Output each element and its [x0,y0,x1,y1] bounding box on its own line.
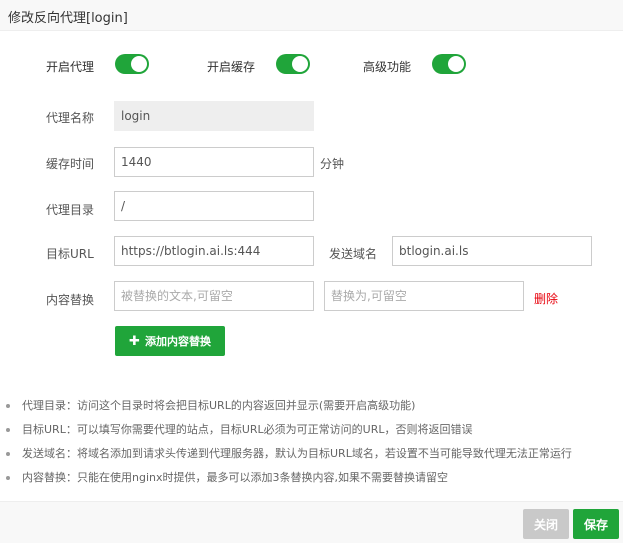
send-domain-input[interactable] [392,236,592,266]
plus-icon: ✚ [129,333,140,349]
toggle-knob [131,56,147,72]
bullet-icon [6,428,10,432]
list-item: 发送域名：将域名添加到请求头传递到代理服务器，默认为目标URL域名，若设置不当可… [0,442,623,466]
switch-label-proxy: 开启代理 [46,60,95,74]
cache-time-unit: 分钟 [320,157,345,171]
add-content-replace-button[interactable]: ✚ 添加内容替换 [115,326,225,356]
cache-time-input[interactable] [114,147,314,177]
toggle-knob [292,56,308,72]
target-url-input[interactable] [114,236,314,266]
note-text: 发送域名：将域名添加到请求头传递到代理服务器，默认为目标URL域名，若设置不当可… [22,447,572,460]
send-domain-label: 发送域名 [329,247,378,261]
bullet-icon [6,404,10,408]
list-item: 目标URL：可以填写你需要代理的站点，目标URL必须为可正常访问的URL，否则将… [0,418,623,442]
note-text: 代理目录：访问这个目录时将会把目标URL的内容返回并显示(需要开启高级功能) [22,399,416,412]
proxy-name-label: 代理名称 [46,111,95,125]
delete-replace-link[interactable]: 删除 [534,290,558,307]
proxy-dir-input[interactable] [114,191,314,221]
switch-label-cache: 开启缓存 [207,60,256,74]
cache-time-label: 缓存时间 [46,157,95,171]
dialog-title: 修改反向代理[login] [8,11,128,26]
toggle-enable-cache[interactable] [276,54,310,74]
replace-from-input[interactable] [114,281,314,311]
toggle-enable-proxy[interactable] [115,54,149,74]
dialog-titlebar: 修改反向代理[login] [0,0,623,31]
close-button[interactable]: 关闭 [523,509,569,539]
add-content-replace-label: 添加内容替换 [144,335,211,348]
replace-to-input[interactable] [324,281,524,311]
list-item: 内容替换：只能在使用nginx时提供，最多可以添加3条替换内容,如果不需要替换请… [0,466,623,490]
save-button[interactable]: 保存 [573,509,619,539]
dialog-footer: 关闭 保存 [0,501,623,543]
target-url-label: 目标URL [46,247,94,261]
bullet-icon [6,476,10,480]
toggle-advanced[interactable] [432,54,466,74]
bullet-icon [6,452,10,456]
note-text: 内容替换：只能在使用nginx时提供，最多可以添加3条替换内容,如果不需要替换请… [22,471,448,484]
note-text: 目标URL：可以填写你需要代理的站点，目标URL必须为可正常访问的URL，否则将… [22,423,473,436]
help-notes: 代理目录：访问这个目录时将会把目标URL的内容返回并显示(需要开启高级功能) 目… [0,394,623,490]
proxy-dir-label: 代理目录 [46,203,95,217]
switch-label-advanced: 高级功能 [363,60,412,74]
content-replace-label: 内容替换 [46,293,95,307]
list-item: 代理目录：访问这个目录时将会把目标URL的内容返回并显示(需要开启高级功能) [0,394,623,418]
toggle-knob [448,56,464,72]
proxy-name-input [114,101,314,131]
